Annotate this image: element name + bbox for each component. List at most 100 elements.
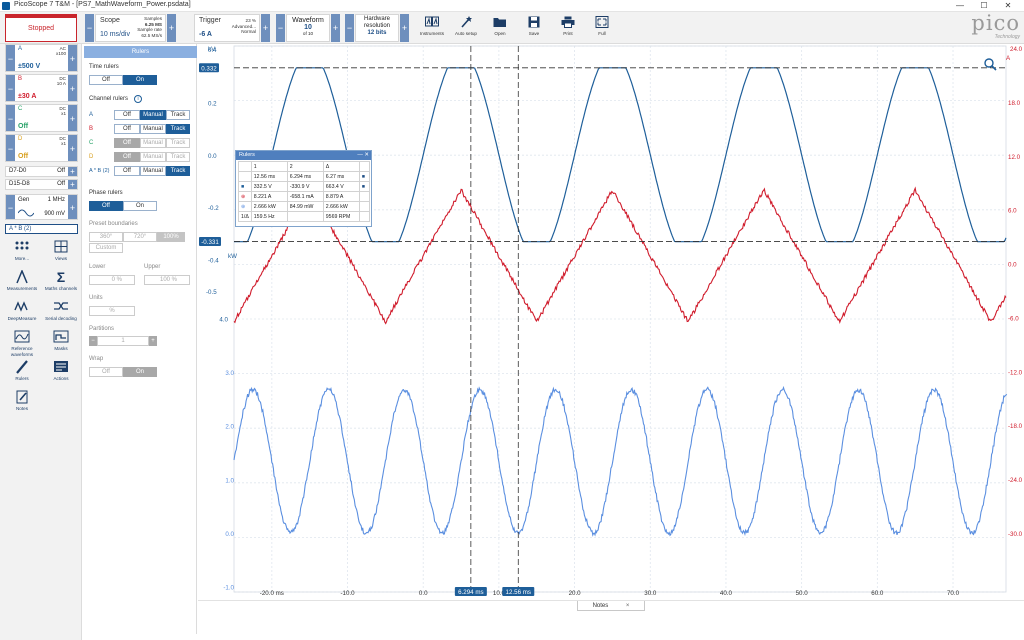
info-icon[interactable]: i (134, 95, 142, 103)
ruler-math-off[interactable]: Off (114, 166, 140, 176)
ruler-b-track[interactable]: Track (166, 124, 190, 134)
channel-c-increase[interactable]: + (68, 105, 77, 131)
trigger-menu-button[interactable]: + (261, 14, 270, 42)
lower-input[interactable]: 0 % (89, 275, 135, 285)
more-tool[interactable]: More... (3, 240, 41, 268)
ruler-b-off[interactable]: Off (114, 124, 140, 134)
phase-rulers-off[interactable]: Off (89, 201, 123, 211)
table-cell (359, 202, 369, 212)
actions-tool[interactable]: Actions (42, 360, 80, 388)
waveform-next-button[interactable]: + (331, 14, 340, 42)
measurements-tool[interactable]: Measurements (3, 270, 41, 298)
generator-control[interactable]: − Gen 1 MHz 900 mV + (5, 194, 78, 220)
wrap-on[interactable]: On (123, 367, 157, 377)
timebase-decrease-button[interactable]: − (85, 14, 94, 42)
channel-a-control[interactable]: − A AC x100 ±500 V + (5, 44, 78, 72)
masks-tool[interactable]: Masks (42, 330, 80, 358)
resolution-value: 12 bits (356, 30, 398, 36)
scope-chart[interactable]: kV0.40.20.0-0.2-0.4kW-0.54.03.02.01.00.0… (198, 44, 1024, 600)
save-button[interactable]: Save (516, 14, 552, 42)
window-title: PicoScope 7 T&M - [PS7_MathWaveform_Powe… (14, 1, 191, 8)
ruler-c-off[interactable]: Off (114, 138, 140, 148)
ruler-b-manual[interactable]: Manual (140, 124, 166, 134)
print-button[interactable]: Print (550, 14, 586, 42)
zoom-icon[interactable] (985, 59, 996, 70)
rulers-readout-dialog[interactable]: Rulers — ✕ 1 2 Δ 12.56 ms 6.294 ms 6.27 … (235, 150, 372, 227)
resolution-control[interactable]: Hardware resolution 12 bits (355, 14, 399, 42)
waveform-prev-button[interactable]: − (276, 14, 285, 42)
minimize-icon[interactable]: — (948, 0, 972, 12)
lock-icon[interactable]: ■ (359, 182, 369, 192)
ruler-a-manual[interactable]: Manual (140, 110, 166, 120)
channel-d-increase[interactable]: + (68, 135, 77, 161)
full-screen-button[interactable]: Full (584, 14, 620, 42)
resolution-increase-button[interactable]: + (400, 14, 409, 42)
generator-decrease[interactable]: − (6, 195, 15, 219)
ruler-math-track[interactable]: Track (166, 166, 190, 176)
wrap-off[interactable]: Off (89, 367, 123, 377)
partitions-increase[interactable]: + (149, 336, 157, 346)
partitions-decrease[interactable]: − (89, 336, 97, 346)
digital-d7-d0-add[interactable]: + (68, 167, 77, 176)
auto-setup-button[interactable]: Auto setup (448, 14, 484, 42)
lock-icon[interactable]: ■ (359, 172, 369, 182)
notes-tool[interactable]: Notes (3, 390, 41, 418)
preset-custom[interactable]: Custom (89, 243, 123, 253)
reference-waveforms-tool[interactable]: Reference waveforms (3, 330, 41, 358)
ruler-math-manual[interactable]: Manual (140, 166, 166, 176)
deepmeasure-tool[interactable]: DeepMeasure (3, 300, 41, 328)
ruler-a-track[interactable]: Track (166, 110, 190, 120)
notes-label: Notes (16, 406, 28, 411)
digital-d7-d0-name: D7-D0 (9, 168, 26, 174)
preset-360[interactable]: 360° (89, 232, 123, 242)
timebase-control[interactable]: Scope 10 ms/div Samples 6.25 MS Sample r… (95, 14, 166, 42)
digital-d7-d0-control[interactable]: D7-D0 Off + (5, 166, 78, 177)
serial-decoding-tool[interactable]: Serial decoding (42, 300, 80, 328)
channel-b-increase[interactable]: + (68, 75, 77, 101)
rulers-dialog-header[interactable]: Rulers — ✕ (236, 151, 371, 160)
ruler-d-manual[interactable]: Manual (140, 152, 166, 162)
digital-d15-d8-add[interactable]: + (68, 180, 77, 189)
rulers-dialog-close-icon[interactable]: — ✕ (357, 151, 369, 160)
timebase-increase-button[interactable]: + (167, 14, 176, 42)
generator-increase[interactable]: + (68, 195, 77, 219)
channel-a-increase[interactable]: + (68, 45, 77, 71)
preset-720[interactable]: 720° (123, 232, 157, 242)
notes-close-icon[interactable]: × (626, 603, 630, 609)
ruler-d-off[interactable]: Off (114, 152, 140, 162)
digital-d15-d8-control[interactable]: D15-D8 Off + (5, 179, 78, 190)
partitions-input[interactable]: 1 (97, 336, 149, 346)
ruler-c-manual[interactable]: Manual (140, 138, 166, 148)
ruler-c-track[interactable]: Track (166, 138, 190, 148)
channel-c-control[interactable]: − C DC x1 Off + (5, 104, 78, 132)
phase-rulers-on[interactable]: On (123, 201, 157, 211)
stopped-button[interactable]: Stopped (5, 14, 77, 42)
table-cell: 2.666 kW (323, 202, 359, 212)
preset-100[interactable]: 100% (157, 232, 185, 242)
instruments-button[interactable]: Instruments (414, 14, 450, 42)
views-tool[interactable]: Views (42, 240, 80, 268)
ruler-channel-b-label: B (89, 126, 93, 132)
voltage-tick-label: 0.4 (208, 47, 217, 54)
channel-d-decrease[interactable]: − (6, 135, 15, 161)
channel-a-decrease[interactable]: − (6, 45, 15, 71)
math-channel-item[interactable]: A * B (2) (5, 224, 78, 234)
instruments-icon (425, 16, 439, 28)
waveform-control[interactable]: Waveform 10 of 10 (286, 14, 330, 42)
ruler-a-off[interactable]: Off (114, 110, 140, 120)
channel-c-decrease[interactable]: − (6, 105, 15, 131)
maths-channels-tool[interactable]: Σ Maths channels (42, 270, 80, 298)
open-button[interactable]: Open (482, 14, 518, 42)
channel-b-control[interactable]: − B DC 10 A ±30 A + (5, 74, 78, 102)
trigger-control[interactable]: Trigger -6 A 23 % Advanced... Normal (194, 14, 260, 42)
resolution-decrease-button[interactable]: − (345, 14, 354, 42)
rulers-tool[interactable]: Rulers (3, 360, 41, 388)
ruler-d-track[interactable]: Track (166, 152, 190, 162)
time-rulers-on[interactable]: On (123, 75, 157, 85)
channel-d-control[interactable]: − D DC x1 Off + (5, 134, 78, 162)
channel-b-decrease[interactable]: − (6, 75, 15, 101)
upper-input[interactable]: 100 % (144, 275, 190, 285)
notes-tab[interactable]: Notes × (577, 601, 645, 611)
units-input[interactable]: % (89, 306, 135, 316)
time-rulers-off[interactable]: Off (89, 75, 123, 85)
